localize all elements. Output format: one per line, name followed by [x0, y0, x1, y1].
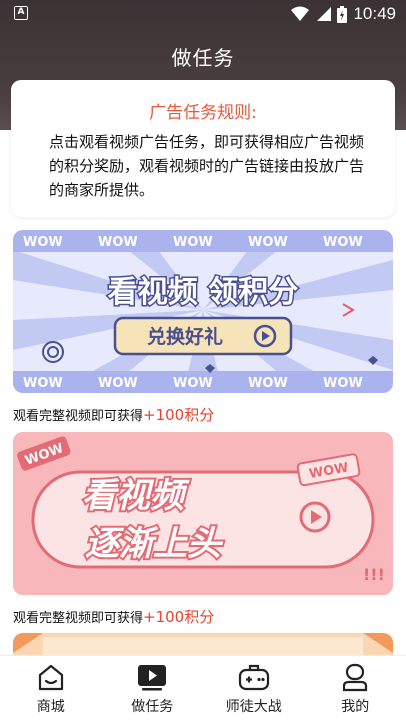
- tab-label: 做任务: [131, 699, 174, 715]
- tab-master-battle[interactable]: 师徒大战: [203, 656, 305, 722]
- wow-label: WOW: [98, 376, 138, 391]
- rules-body: 点击观看视频广告任务，即可获得相应广告视频的积分奖励，观看视频时的广告链接由投放…: [49, 133, 365, 199]
- signal-icon: [317, 7, 332, 21]
- reward-amount: +100积分: [143, 608, 215, 626]
- wow-label: WOW: [173, 235, 213, 250]
- banner-2-art: WOW WOW 看视频 逐渐上头 !!!: [13, 432, 393, 595]
- wow-label: WOW: [23, 235, 63, 250]
- video-task-banner-2[interactable]: WOW WOW 看视频 逐渐上头 !!!: [13, 432, 393, 595]
- status-indicators: 10:49: [291, 4, 396, 24]
- banner-1-caption: 观看完整视频即可获得+100积分: [13, 404, 214, 425]
- rules-card: 广告任务规则: 点击观看视频广告任务，即可获得相应广告视频的积分奖励，观看视频时…: [11, 80, 395, 217]
- notification-icon: A: [14, 6, 28, 20]
- caption-text: 观看完整视频即可获得: [13, 409, 144, 424]
- wow-label: WOW: [323, 235, 363, 250]
- banner-2-headline-line2: 逐渐上头: [85, 524, 224, 564]
- tab-label: 师徒大战: [225, 699, 282, 715]
- banner-3-art: [13, 633, 393, 657]
- wow-label: WOW: [23, 376, 63, 391]
- wifi-icon: [291, 6, 310, 21]
- tab-label: 商城: [36, 699, 65, 715]
- banner-2-caption: 观看完整视频即可获得+100积分: [13, 606, 214, 627]
- gamepad-icon: [238, 664, 269, 691]
- banner-1-button-label: 兑换好礼: [147, 325, 223, 348]
- banner-1-headline: 看视频 领积分: [108, 275, 298, 310]
- reward-amount: +100积分: [143, 406, 215, 424]
- wow-label: WOW: [323, 376, 363, 391]
- user-icon: [343, 663, 368, 692]
- exclamation-marks: !!!: [363, 565, 385, 584]
- tab-mall[interactable]: 商城: [0, 656, 102, 722]
- wow-label: WOW: [173, 376, 213, 391]
- wow-label: WOW: [98, 235, 138, 250]
- video-task-banner-1[interactable]: WOW WOW WOW WOW WOW WOW WOW WOW WOW WOW …: [13, 230, 393, 393]
- wow-label: WOW: [248, 376, 288, 391]
- tab-mine[interactable]: 我的: [305, 656, 406, 722]
- tab-label: 我的: [341, 699, 370, 715]
- wow-label: WOW: [248, 235, 288, 250]
- banner-2-headline-line1: 看视频: [82, 476, 190, 516]
- status-time: 10:49: [353, 4, 396, 23]
- page-title: 做任务: [171, 46, 235, 70]
- status-bar: A 10:49: [0, 0, 406, 28]
- rules-title: 广告任务规则:: [149, 103, 257, 123]
- caption-text: 观看完整视频即可获得: [13, 611, 144, 626]
- home-icon: [38, 664, 63, 691]
- banner-1-art: WOW WOW WOW WOW WOW WOW WOW WOW WOW WOW …: [13, 230, 393, 393]
- battery-icon: [337, 5, 348, 23]
- play-icon: [138, 665, 167, 691]
- video-task-banner-3[interactable]: [13, 633, 393, 657]
- tab-tasks[interactable]: 做任务: [102, 656, 204, 722]
- bottom-tab-bar: 商城 做任务 师徒大战 我的: [0, 655, 406, 722]
